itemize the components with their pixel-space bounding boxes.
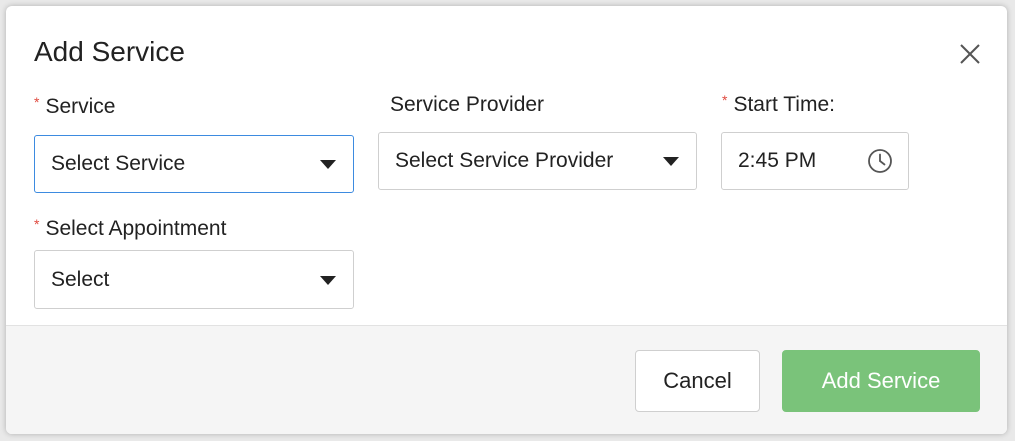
required-marker: * — [34, 216, 40, 232]
close-icon[interactable] — [956, 40, 984, 68]
add-service-dialog: Add Service * Service Select Service Serv… — [6, 6, 1007, 434]
chevron-down-icon — [320, 276, 336, 285]
add-service-button[interactable]: Add Service — [782, 350, 980, 412]
appointment-label: * Select Appointment — [34, 216, 227, 241]
appointment-label-text: Select Appointment — [45, 217, 227, 240]
service-provider-select[interactable]: Select Service Provider — [378, 132, 697, 190]
start-time-label: * Start Time: — [722, 92, 835, 117]
service-select[interactable]: Select Service — [34, 135, 354, 193]
service-label-text: Service — [45, 95, 116, 118]
chevron-down-icon — [663, 157, 679, 166]
start-time-label-text: Start Time: — [733, 93, 835, 116]
chevron-down-icon — [320, 160, 336, 169]
service-provider-label: Service Provider — [390, 93, 545, 116]
required-marker: * — [722, 92, 728, 108]
start-time-input[interactable]: 2:45 PM — [721, 132, 909, 190]
dialog-footer: Cancel Add Service — [6, 325, 1007, 434]
dialog-title: Add Service — [34, 36, 185, 67]
appointment-select-value: Select — [51, 267, 110, 291]
required-marker: * — [34, 94, 40, 110]
service-provider-select-value: Select Service Provider — [395, 149, 614, 172]
clock-icon[interactable] — [867, 148, 893, 174]
appointment-select[interactable]: Select — [34, 250, 354, 309]
cancel-button[interactable]: Cancel — [635, 350, 760, 412]
service-label: * Service — [34, 94, 116, 119]
start-time-value: 2:45 PM — [738, 149, 817, 172]
service-select-value: Select Service — [51, 152, 186, 175]
